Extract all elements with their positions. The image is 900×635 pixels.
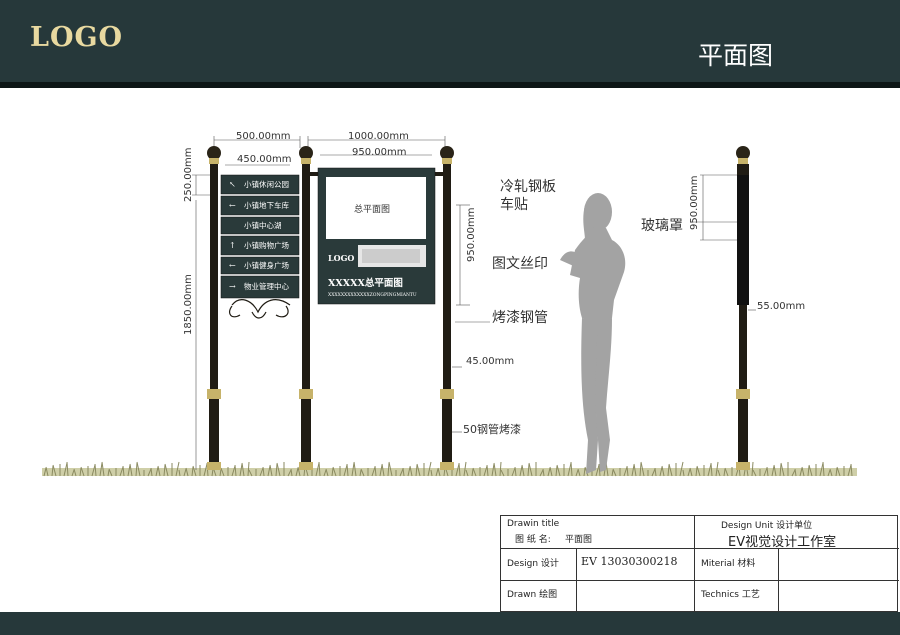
callout-sticker: 车贴 bbox=[500, 196, 528, 213]
sign-item-label: 物业管理中心 bbox=[244, 281, 289, 291]
person-silhouette bbox=[560, 193, 626, 474]
callout-cold-rolled: 冷轧钢板 bbox=[500, 179, 556, 195]
sign-arrow: ↖ bbox=[229, 180, 236, 189]
drawing-name-value: 平面图 bbox=[565, 535, 593, 545]
sign-arrow: → bbox=[229, 282, 236, 291]
design-unit-value: EV视觉设计工作室 bbox=[728, 535, 837, 550]
sign-item-label: 小镇购物广场 bbox=[244, 240, 289, 250]
sign-item-label: 小镇休闲公园 bbox=[244, 179, 289, 189]
sign-item-label: 小镇健身广场 bbox=[244, 260, 289, 270]
sign-arrow: ↑ bbox=[229, 241, 236, 250]
callout-pipe50: 50钢管烤漆 bbox=[463, 422, 521, 436]
dim-950-top: 950.00mm bbox=[352, 147, 406, 158]
drawn-label: Drawn 绘图 bbox=[507, 590, 558, 600]
dim-1850: 1850.00mm bbox=[183, 274, 194, 335]
pole-middle bbox=[299, 146, 313, 470]
design-label: Design 设计 bbox=[507, 559, 559, 569]
sign-arrow: ← bbox=[229, 201, 236, 210]
pole-left bbox=[207, 146, 221, 470]
footer-bar bbox=[0, 612, 900, 635]
sign-item-label: 小镇中心湖 bbox=[244, 220, 282, 230]
dim-45: 45.00mm bbox=[466, 356, 514, 367]
panel-title: XXXXX总平面图 bbox=[328, 277, 403, 289]
dim-950-right: 950.00mm bbox=[689, 176, 700, 230]
technics-label: Technics 工艺 bbox=[701, 590, 760, 600]
dim-450: 450.00mm bbox=[237, 154, 291, 165]
pole-right bbox=[440, 146, 454, 470]
callout-graphic-print: 图文丝印 bbox=[492, 256, 548, 272]
drawing-title-label: Drawin title bbox=[507, 519, 560, 529]
panel-subtitle: XXXXXXXXXXXXXZONGPINGMIANTU bbox=[328, 292, 417, 298]
panel-logo: LOGO bbox=[328, 253, 354, 263]
side-glass-cover bbox=[737, 175, 749, 305]
dim-250: 250.00mm bbox=[183, 148, 194, 202]
map-label: 总平面图 bbox=[354, 203, 390, 215]
title-block: Drawin title 图 纸 名: 平面图 Design Unit 设计单位… bbox=[500, 515, 899, 613]
material-label: Miterial 材料 bbox=[701, 559, 756, 569]
design-value: EV 13030300218 bbox=[581, 555, 678, 568]
dim-500: 500.00mm bbox=[236, 131, 290, 142]
dim-950-side: 950.00mm bbox=[466, 208, 477, 262]
drawing-name-label: 图 纸 名: bbox=[515, 535, 551, 545]
sign-item-label: 小镇地下车库 bbox=[244, 200, 289, 210]
dim-1000: 1000.00mm bbox=[348, 131, 409, 142]
design-unit-label: Design Unit 设计单位 bbox=[721, 521, 813, 531]
dim-55: 55.00mm bbox=[757, 301, 805, 312]
callout-painted-pipe: 烤漆钢管 bbox=[492, 310, 548, 326]
callout-glass-cover: 玻璃罩 bbox=[641, 217, 683, 234]
sign-arrow: ← bbox=[229, 261, 236, 270]
